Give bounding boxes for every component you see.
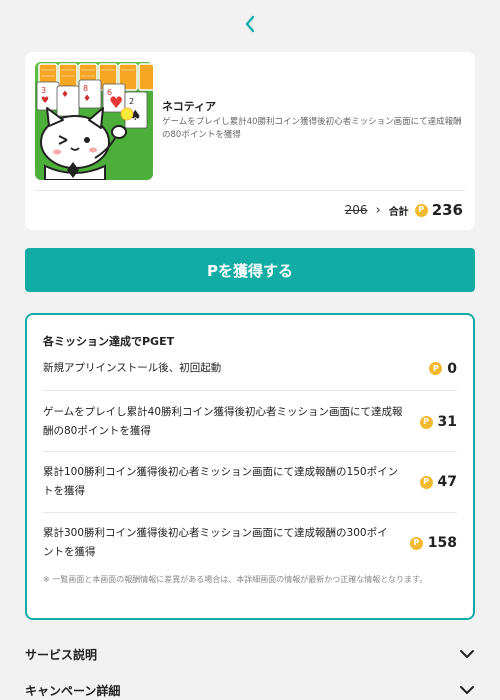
divider xyxy=(43,390,457,391)
accordion-label: サービス説明 xyxy=(25,647,98,662)
accordion-service-description[interactable]: サービス説明 xyxy=(25,643,475,665)
divider xyxy=(43,512,457,513)
point-coin-icon: P xyxy=(419,415,433,429)
svg-text:♥: ♥ xyxy=(109,93,123,112)
divider xyxy=(43,451,457,452)
chevron-down-icon xyxy=(460,686,474,694)
chevron-down-icon xyxy=(460,650,474,658)
mission-text: 新規アプリインストール後、初回起動 xyxy=(43,362,222,374)
back-button[interactable] xyxy=(0,10,500,38)
mission-text: 累計100勝利コイン獲得後初心者ミッション画面にて達成報酬の150ポイントを獲得 xyxy=(43,466,399,497)
accordion-label: キャンペーン詳細 xyxy=(25,683,121,698)
app-card: 3 ♥ ♦ 8 ♦ 6 ♥ 2 ♠ ネコティア ゲームをプレイし累計40勝利コイ… xyxy=(25,52,475,230)
svg-text:♥: ♥ xyxy=(41,96,49,106)
mission-text: 累計300勝利コイン獲得後初心者ミッション画面にて達成報酬の300ポイントを獲得 xyxy=(43,527,388,558)
chevron-right-icon: › xyxy=(375,202,381,218)
mission-points: 0 xyxy=(447,360,457,377)
old-points: 206 xyxy=(344,203,368,217)
chevron-left-icon xyxy=(245,15,255,33)
mission-item: ゲームをプレイし累計40勝利コイン獲得後初心者ミッション画面にて達成報酬の80ポ… xyxy=(43,403,457,441)
svg-text:8: 8 xyxy=(83,84,88,93)
svg-text:3: 3 xyxy=(41,86,46,95)
total-label: 合計 xyxy=(388,206,409,218)
mission-points: 31 xyxy=(437,414,457,430)
mission-item: 累計300勝利コイン獲得後初心者ミッション画面にて達成報酬の300ポイントを獲得… xyxy=(43,524,457,562)
app-name: ネコティア xyxy=(162,100,217,113)
app-thumbnail[interactable]: 3 ♥ ♦ 8 ♦ 6 ♥ 2 ♠ xyxy=(35,62,153,180)
point-coin-icon: P xyxy=(429,362,443,375)
mission-text: ゲームをプレイし累計40勝利コイン獲得後初心者ミッション画面にて達成報酬の80ポ… xyxy=(43,406,403,437)
svg-text:♦: ♦ xyxy=(83,94,91,104)
divider xyxy=(35,190,465,191)
point-coin-icon: P xyxy=(414,203,428,217)
mission-points: 47 xyxy=(437,474,457,490)
mission-item: 累計100勝利コイン獲得後初心者ミッション画面にて達成報酬の150ポイントを獲得… xyxy=(43,463,457,501)
point-coin-icon: P xyxy=(409,536,423,550)
mission-item: 新規アプリインストール後、初回起動 P 0 xyxy=(43,359,457,378)
svg-text:2: 2 xyxy=(129,97,134,106)
disclaimer-note: ※ 一覧画面と本画面の報酬情報に差異がある場合は、本詳細画面の情報が最新かつ正確… xyxy=(43,575,428,584)
get-points-button[interactable]: Pを獲得する xyxy=(25,248,475,292)
total-points: 236 xyxy=(431,201,463,219)
mission-list: 各ミッション達成でPGET 新規アプリインストール後、初回起動 P 0 ゲームを… xyxy=(25,313,475,620)
app-description: ゲームをプレイし累計40勝利コイン獲得後初心者ミッション画面にて達成報酬の80ポ… xyxy=(162,117,462,140)
svg-text:♦: ♦ xyxy=(61,90,69,100)
point-coin-icon: P xyxy=(419,475,433,489)
points-summary: 206 › 合計 P 236 xyxy=(345,199,463,221)
mission-points: 158 xyxy=(427,535,457,551)
mission-title: 各ミッション達成でPGET xyxy=(43,335,175,348)
accordion-campaign-details[interactable]: キャンペーン詳細 xyxy=(25,679,475,700)
